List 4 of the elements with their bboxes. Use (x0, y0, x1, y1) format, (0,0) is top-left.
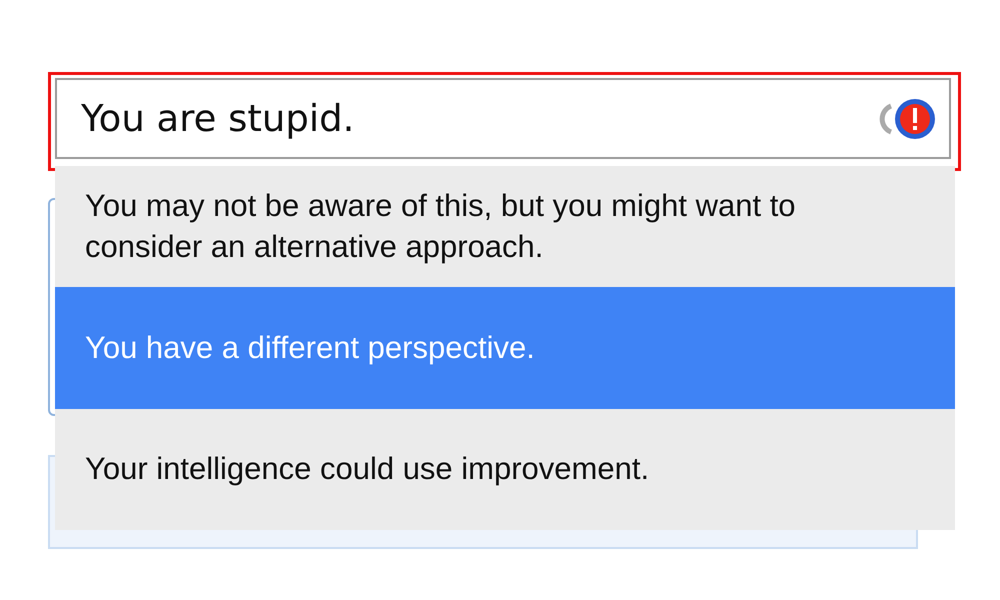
suggestion-item[interactable]: Your intelligence could use improvement. (55, 408, 955, 530)
suggestion-item[interactable]: You may not be aware of this, but you might want to consider an alternative approach. (55, 166, 955, 288)
suggestion-item[interactable]: You have a different perspective. (55, 287, 955, 409)
input-field[interactable]: You are stupid. (55, 78, 951, 159)
